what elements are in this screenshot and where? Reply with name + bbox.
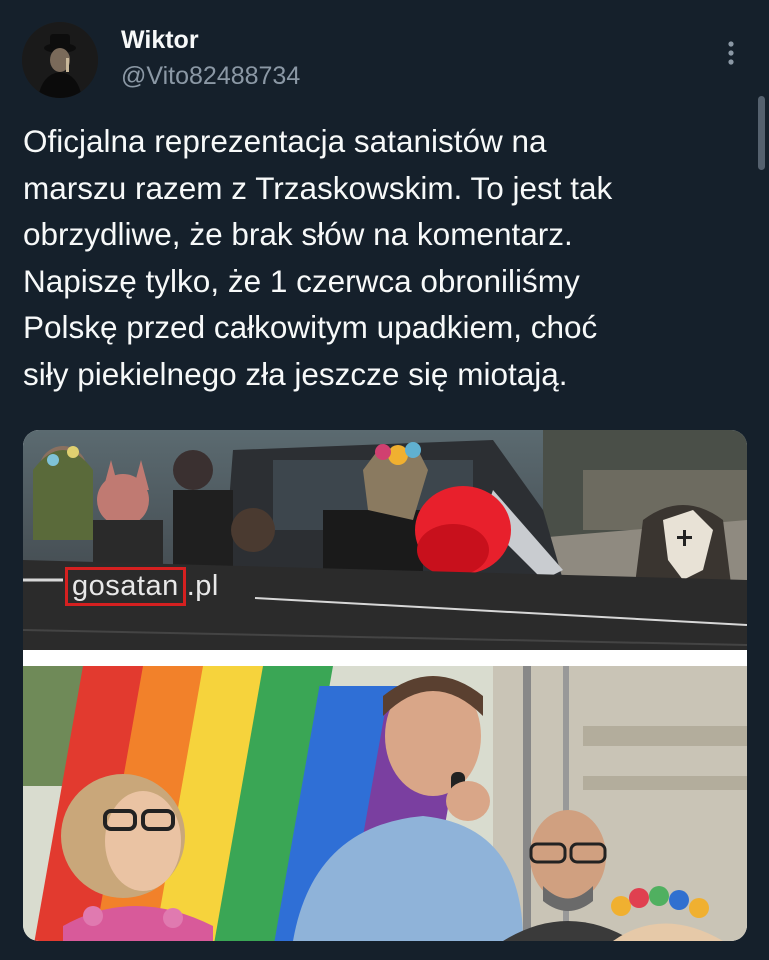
avatar[interactable]: [22, 22, 98, 98]
banner-highlight: gosatan: [65, 567, 186, 606]
author-display-name[interactable]: Wiktor: [121, 26, 199, 55]
more-vertical-icon[interactable]: [716, 36, 746, 70]
media-photo-parade[interactable]: gosatan .pl: [23, 430, 747, 650]
banner-domain: .pl: [186, 570, 219, 602]
media-photo-speech[interactable]: [23, 666, 747, 941]
scrollbar-thumb[interactable]: [758, 96, 765, 170]
tweet-media[interactable]: gosatan .pl: [23, 430, 747, 941]
tweet-text: Oficjalna reprezentacja satanistów na ma…: [23, 123, 613, 392]
banner-text: gosatan .pl: [65, 567, 219, 606]
author-handle[interactable]: @Vito82488734: [121, 62, 300, 91]
